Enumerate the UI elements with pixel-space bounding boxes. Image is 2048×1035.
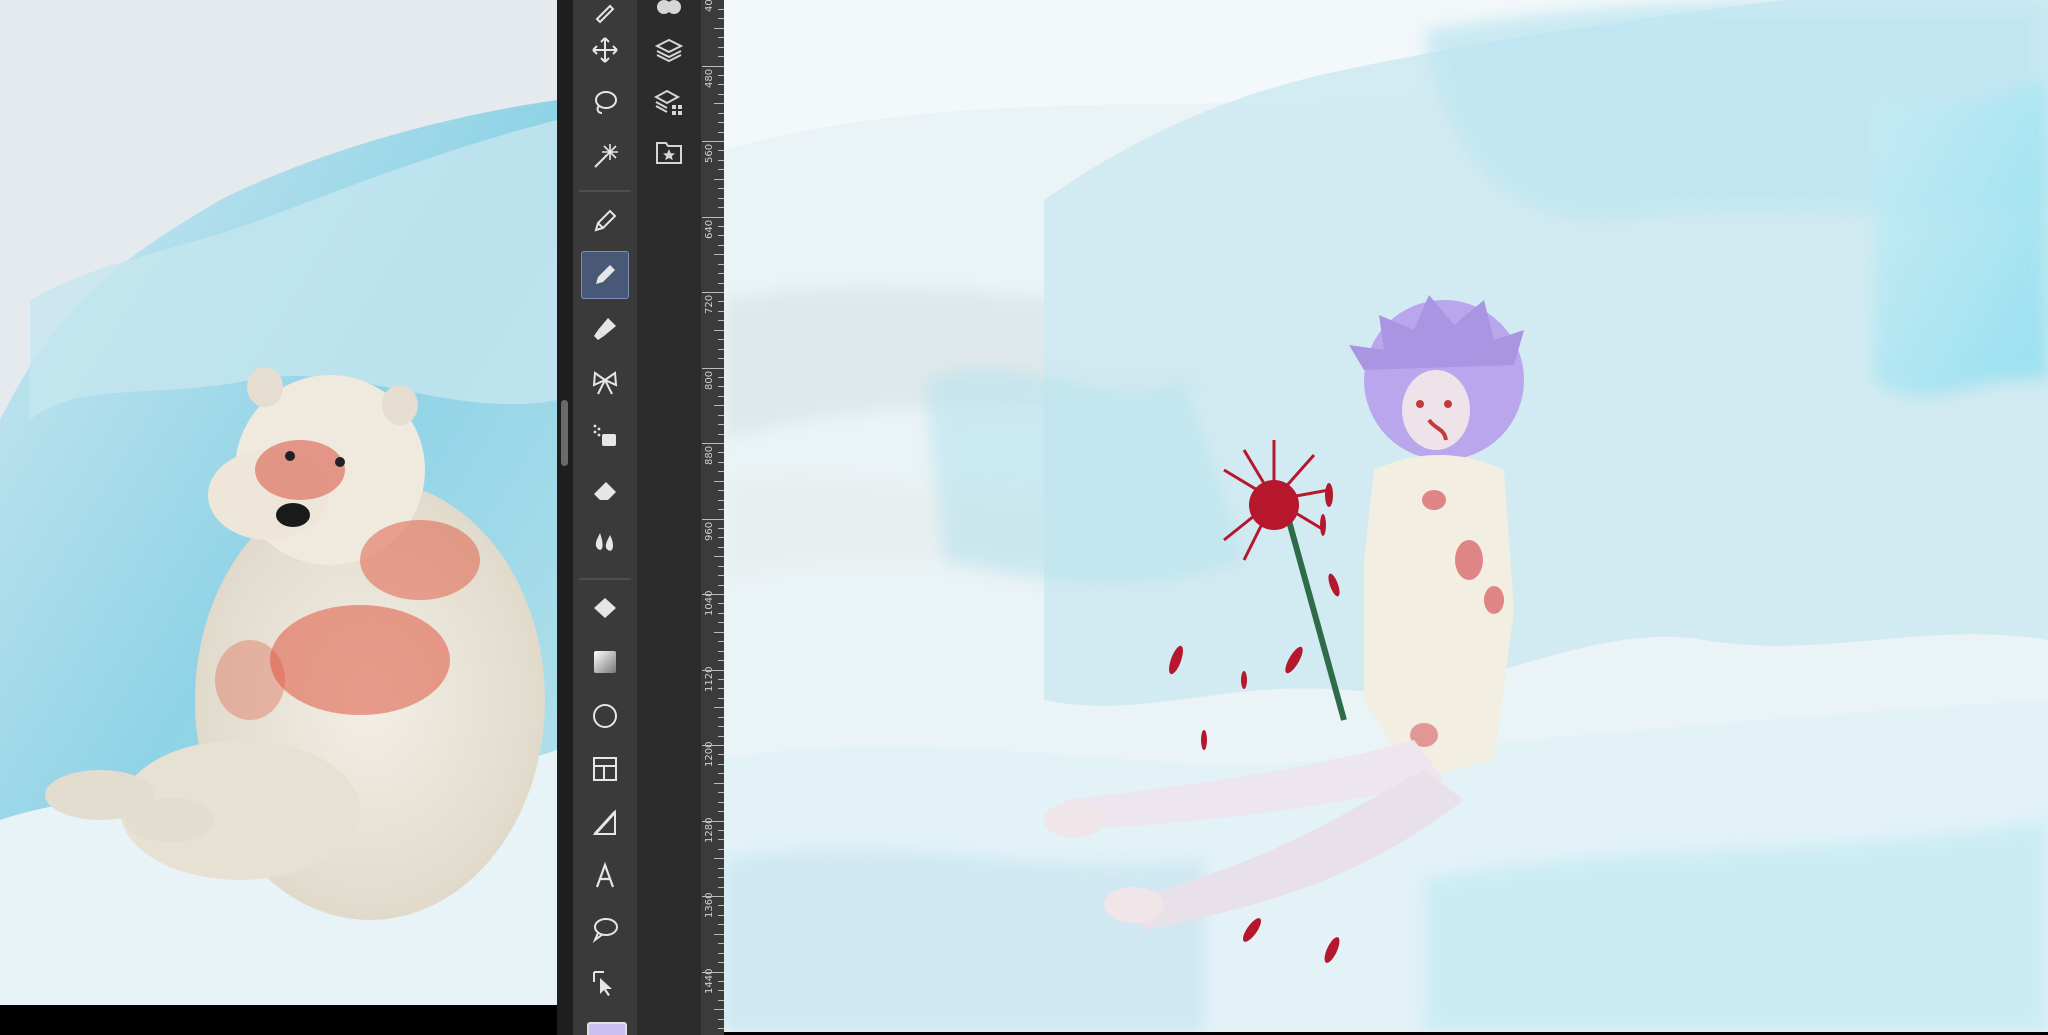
airbrush-icon[interactable] — [581, 411, 629, 459]
ruler-label: 960 — [704, 521, 715, 541]
drawing-canvas[interactable] — [724, 0, 2048, 1032]
artwork — [724, 0, 2048, 1032]
text-icon[interactable] — [581, 852, 629, 900]
ribbon-icon[interactable] — [581, 358, 629, 406]
ruler-label: 1120 — [704, 666, 715, 692]
ruler-tick — [702, 367, 724, 369]
ellipse-icon[interactable] — [581, 692, 629, 740]
ruler-tick — [702, 896, 724, 897]
ruler-tick — [702, 971, 724, 973]
ruler-tick — [714, 858, 724, 860]
toolbar-divider — [579, 578, 631, 580]
reference-panel-footer — [0, 1005, 557, 1035]
blobs-icon[interactable] — [649, 0, 689, 20]
star-folder-icon[interactable] — [649, 132, 689, 172]
ruler-tick — [714, 556, 724, 558]
pen-icon[interactable] — [581, 197, 629, 245]
tool-palette — [573, 0, 637, 1035]
toolbar-divider — [579, 190, 631, 192]
ruler-tick — [702, 443, 724, 444]
fill-bucket-icon[interactable] — [581, 585, 629, 633]
ruler-tick — [714, 254, 724, 256]
ruler-tick — [714, 103, 724, 105]
lasso-icon[interactable] — [581, 78, 629, 126]
ruler-tick — [714, 178, 724, 180]
layers-icon[interactable] — [649, 30, 689, 70]
ruler-tick — [702, 141, 724, 142]
ruler-label: 800 — [704, 370, 715, 390]
ruler-tick — [702, 669, 724, 671]
ruler-tick — [702, 65, 724, 67]
layer-props-icon[interactable] — [649, 82, 689, 122]
magic-wand-icon[interactable] — [581, 131, 629, 179]
ruler-tick — [702, 292, 724, 293]
ruler-label: 640 — [704, 219, 715, 239]
ruler-tick — [714, 782, 724, 784]
sub-tool-panel — [637, 0, 701, 1035]
ruler-label: 1360 — [704, 892, 715, 918]
gradient-icon[interactable] — [581, 638, 629, 686]
ruler-tick — [714, 631, 724, 633]
blend-icon[interactable] — [581, 518, 629, 566]
splitter-handle[interactable] — [561, 400, 568, 466]
ruler-tick — [702, 216, 724, 218]
ruler-label: 880 — [704, 445, 715, 465]
ruler-label: 400 — [704, 0, 715, 12]
frame-border-icon[interactable] — [581, 745, 629, 793]
reference-image-panel — [0, 0, 557, 1005]
ruler-tick — [702, 518, 724, 520]
ruler-label: 560 — [704, 143, 715, 163]
ruler-label: 1200 — [704, 741, 715, 767]
ruler-tick — [714, 405, 724, 407]
vertical-ruler: 400 480 560 640 720 800 880 960 1040 1120 1200 1280… — [701, 0, 725, 1035]
ruler-tick — [714, 27, 724, 29]
speech-balloon-icon[interactable] — [581, 905, 629, 953]
brush-icon[interactable] — [581, 305, 629, 353]
ruler-label: 1440 — [704, 968, 715, 994]
ruler-tick — [714, 329, 724, 331]
pencil-icon[interactable] — [581, 251, 629, 299]
ruler-tick — [714, 707, 724, 709]
drawing-color-swatch[interactable] — [587, 1022, 627, 1035]
ruler-label: 480 — [704, 68, 715, 88]
ruler-label: 720 — [704, 294, 715, 314]
panel-splitter[interactable] — [557, 0, 573, 1035]
polar-bear-photo — [0, 0, 557, 1005]
ruler-tick — [714, 933, 724, 935]
ruler-tick — [714, 1009, 724, 1011]
move-icon[interactable] — [581, 26, 629, 74]
ruler-label: 1280 — [704, 817, 715, 843]
ruler-tick — [702, 745, 724, 746]
ruler-tick — [702, 820, 724, 822]
correct-line-icon[interactable] — [581, 959, 629, 1007]
ruler-tick — [702, 594, 724, 595]
ruler-tick — [714, 480, 724, 482]
ruler-icon[interactable] — [581, 799, 629, 847]
eraser-icon[interactable] — [581, 465, 629, 513]
ruler-label: 1040 — [704, 590, 715, 616]
